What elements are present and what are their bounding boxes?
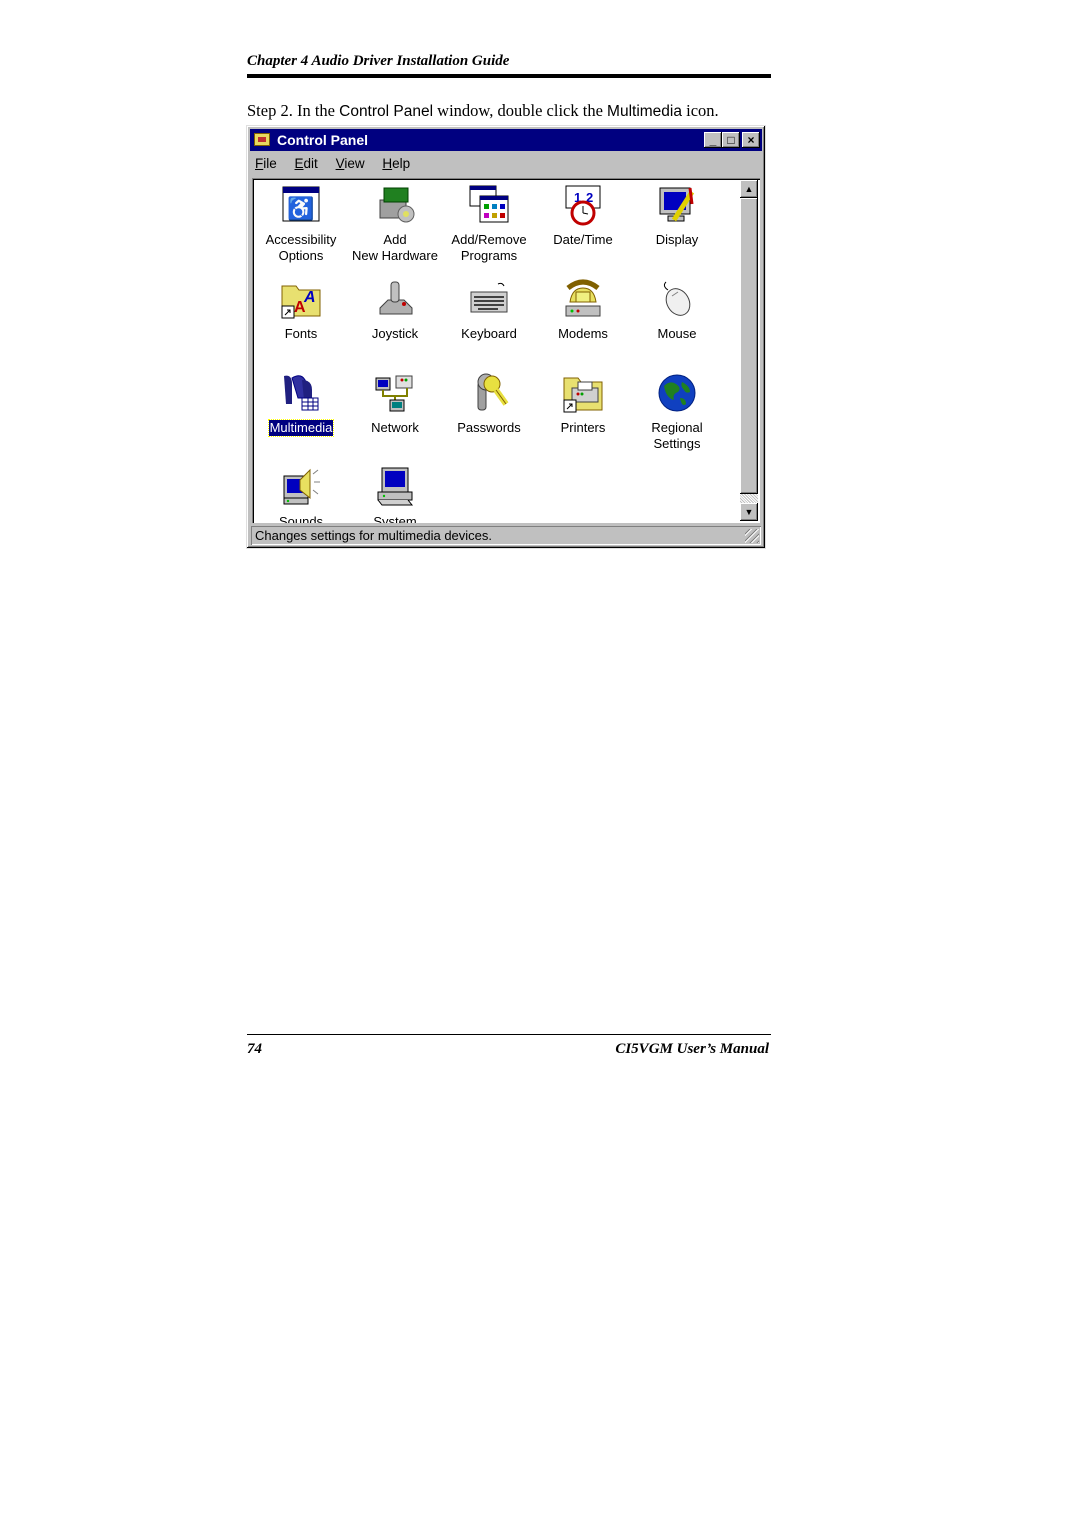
multimedia-icon — [280, 372, 322, 414]
telephone-icon — [562, 278, 604, 320]
menu-help[interactable]: Help — [382, 156, 410, 171]
step-window-name: Control Panel — [339, 103, 434, 120]
keyboard-icon — [468, 278, 510, 320]
printer-folder-icon — [562, 372, 604, 414]
control-panel-item-multimedia[interactable]: Multimedia — [254, 372, 348, 437]
status-bar: Changes settings for multimedia devices. — [251, 526, 761, 545]
hardware-icon — [374, 184, 416, 226]
item-label: Add New Hardware — [352, 232, 438, 263]
item-label: Fonts — [284, 326, 318, 341]
control-panel-item-display[interactable]: Display — [630, 184, 724, 248]
chapter-header: Chapter 4 Audio Driver Installation Guid… — [247, 52, 771, 78]
item-label: Accessibility Options — [265, 232, 337, 263]
icon-view: System Sounds Regional Settings Printers Pass… — [252, 178, 760, 523]
menu-file[interactable]: File — [255, 156, 277, 171]
scroll-up-button[interactable]: ▲ — [740, 180, 758, 198]
chapter-title: Chapter 4 Audio Driver Installation Guid… — [247, 53, 510, 69]
item-label: Add/Remove Programs — [451, 232, 527, 263]
step-text: Step 2. In the — [247, 101, 340, 120]
control-panel-item-accessibility-options[interactable]: ♿ Accessibility Options — [254, 184, 348, 264]
resize-grip-icon[interactable] — [745, 529, 759, 543]
control-panel-item-passwords[interactable]: Passwords — [442, 372, 536, 436]
step-text: window, double click the — [433, 101, 608, 120]
control-panel-item-printers[interactable]: Printers — [536, 372, 630, 436]
mouse-icon — [656, 278, 698, 320]
item-label: Regional Settings — [651, 420, 703, 451]
control-panel-item-modems[interactable]: Modems — [536, 278, 630, 342]
control-panel-item-regional-settings[interactable]: Regional Settings — [630, 372, 724, 452]
title-bar[interactable]: Control Panel _ □ × — [250, 129, 762, 151]
item-label: Display — [655, 232, 699, 247]
network-icon — [374, 372, 416, 414]
item-label: Multimedia — [267, 419, 335, 437]
computer-icon — [374, 466, 416, 508]
item-label: Printers — [560, 420, 606, 435]
accessibility-icon: ♿ — [280, 184, 322, 226]
svg-text:♿: ♿ — [287, 196, 314, 221]
svg-text:A: A — [303, 289, 316, 306]
item-label: Mouse — [657, 326, 697, 341]
item-label: System — [373, 514, 417, 523]
maximize-button[interactable]: □ — [722, 132, 740, 148]
manual-title: CI5VGM User’s Manual — [615, 1041, 769, 1057]
control-panel-item-keyboard[interactable]: Keyboard — [442, 278, 536, 342]
item-label: Sounds — [278, 514, 324, 523]
step-text: icon. — [681, 101, 719, 120]
programs-icon — [468, 184, 510, 226]
control-panel-icon — [254, 133, 270, 146]
control-panel-item-mouse[interactable]: Mouse — [630, 278, 724, 342]
control-panel-item-add-remove-programs[interactable]: Add/Remove Programs — [442, 184, 536, 264]
scroll-thumb[interactable] — [740, 198, 758, 494]
status-text: Changes settings for multimedia devices. — [255, 528, 493, 543]
control-panel-item-network[interactable]: Network — [348, 372, 442, 436]
control-panel-item-system[interactable]: System — [348, 466, 442, 523]
menu-bar: File Edit View Help — [255, 156, 424, 176]
page-footer: 74 CI5VGM User’s Manual — [247, 1034, 771, 1057]
keys-icon — [468, 372, 510, 414]
vertical-scrollbar[interactable]: ▲ ▼ — [740, 180, 758, 521]
scroll-track[interactable] — [740, 494, 758, 503]
fonts-folder-icon: AA — [280, 278, 322, 320]
scroll-down-button[interactable]: ▼ — [740, 503, 758, 521]
menu-edit[interactable]: Edit — [295, 156, 318, 171]
close-button[interactable]: × — [742, 132, 760, 148]
menu-view[interactable]: View — [336, 156, 365, 171]
control-panel-item-add-new-hardware[interactable]: Add New Hardware — [348, 184, 442, 264]
page-number: 74 — [247, 1041, 262, 1057]
control-panel-item-joystick[interactable]: Joystick — [348, 278, 442, 342]
item-label: Joystick — [371, 326, 419, 341]
step-icon-name: Multimedia — [607, 103, 682, 120]
monitor-icon — [656, 184, 698, 226]
joystick-icon — [374, 278, 416, 320]
clock-icon: 12 — [562, 184, 604, 226]
item-label: Keyboard — [461, 326, 517, 341]
item-label: Modems — [558, 326, 608, 341]
control-panel-item-fonts[interactable]: A A Fonts — [254, 278, 348, 342]
globe-icon — [656, 372, 698, 414]
window-title: Control Panel — [277, 132, 369, 148]
item-label: Date/Time — [553, 232, 613, 247]
step-instruction: Step 2. In the Control Panel window, dou… — [247, 101, 719, 121]
item-label: Network — [371, 420, 419, 435]
control-panel-window: Control Panel _ □ × File Edit View Help … — [246, 125, 766, 549]
control-panel-item-sounds[interactable]: Sounds — [254, 466, 348, 523]
item-label: Passwords — [457, 420, 521, 435]
speaker-icon — [280, 466, 322, 508]
control-panel-item-date-time[interactable]: 1 2 Date/Time — [536, 184, 630, 248]
minimize-button[interactable]: _ — [704, 132, 722, 148]
